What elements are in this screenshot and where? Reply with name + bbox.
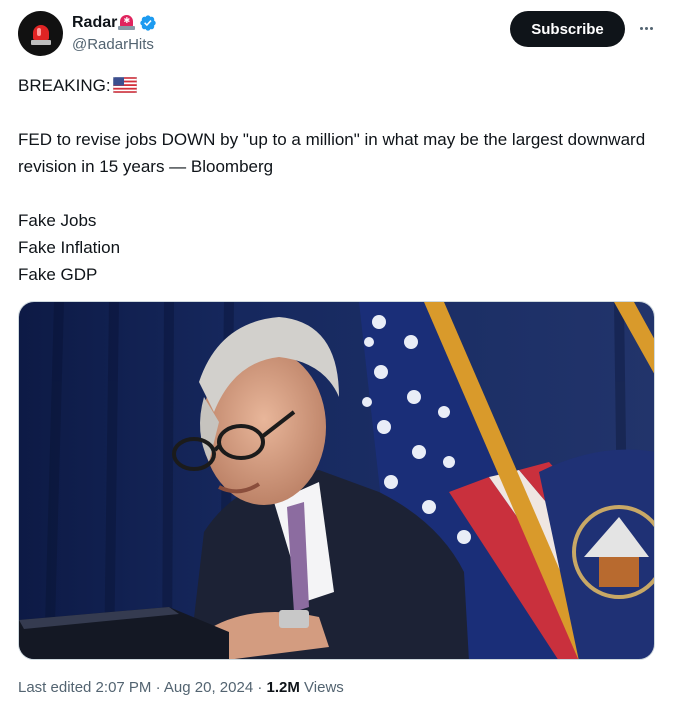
siren-icon — [30, 22, 52, 46]
tweet-header: Radar ✱ @RadarHits Subscribe — [18, 10, 658, 60]
avatar[interactable] — [18, 11, 63, 56]
display-name[interactable]: Radar — [72, 14, 117, 32]
tweet-meta: Last edited 2:07 PM · Aug 20, 2024 · 1.2… — [18, 679, 344, 696]
photo-image — [19, 302, 654, 659]
tweet-text: BREAKING: FED to revise jobs DOWN by "up… — [18, 72, 658, 288]
views-count[interactable]: 1.2M — [267, 679, 300, 696]
main-text: FED to revise jobs DOWN by "up to a mill… — [18, 130, 646, 176]
list-item: Fake Inflation — [18, 238, 121, 257]
verified-badge-icon — [140, 14, 157, 31]
police-siren-emoji-icon: ✱ — [118, 14, 136, 31]
timestamp[interactable]: Last edited 2:07 PM · Aug 20, 2024 · — [18, 679, 262, 696]
us-flag-icon — [112, 77, 137, 93]
author-names: Radar ✱ @RadarHits — [72, 12, 157, 53]
subscribe-button[interactable]: Subscribe — [510, 11, 625, 47]
list-item: Fake Jobs — [18, 211, 97, 230]
more-horizontal-icon[interactable] — [634, 16, 658, 40]
author-handle[interactable]: @RadarHits — [72, 36, 157, 53]
tweet-photo[interactable] — [18, 301, 655, 660]
breaking-line: BREAKING: — [18, 72, 658, 99]
views-label: Views — [304, 679, 344, 696]
breaking-label: BREAKING: — [18, 76, 111, 95]
list-item: Fake GDP — [18, 265, 98, 284]
